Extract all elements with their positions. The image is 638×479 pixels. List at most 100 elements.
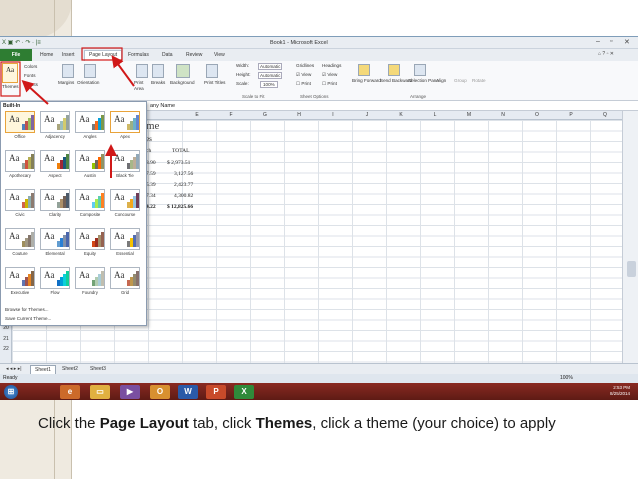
theme-option[interactable]: Aa Flow [40, 267, 70, 298]
column-header[interactable]: H [282, 112, 316, 118]
theme-option[interactable]: Aa Grid [110, 267, 140, 298]
theme-option[interactable]: Aa Essential [110, 228, 140, 259]
vertical-scrollbar[interactable] [622, 111, 638, 397]
cell-total[interactable]: 3,127.56 [174, 171, 193, 177]
cell-value[interactable]: 4.22 [146, 204, 156, 210]
gridlines-view-checkbox[interactable]: ☑ View [296, 72, 311, 78]
taskbar-media-icon[interactable]: ▶ [120, 385, 140, 399]
cell-total[interactable]: $ 12,825.66 [167, 204, 193, 210]
theme-option[interactable]: Aa Foundry [75, 267, 105, 298]
column-header[interactable]: K [384, 112, 418, 118]
margins-button[interactable]: Margins [58, 80, 74, 85]
tab-insert[interactable]: Insert [58, 51, 79, 59]
sheet-nav-buttons[interactable]: ◂ ◂ ▸ ▸| [2, 365, 26, 373]
cell-total[interactable]: $ 2,973.51 [167, 160, 190, 166]
tab-file[interactable]: File [0, 49, 32, 61]
row-header[interactable]: 22 [0, 346, 12, 352]
theme-option[interactable]: Aa Couture [5, 228, 35, 259]
sheet-tab-sheet3[interactable]: Sheet3 [86, 365, 110, 373]
column-header[interactable]: J [350, 112, 384, 118]
taskbar-excel-icon[interactable]: X [234, 385, 254, 399]
theme-option[interactable]: Aa Office [5, 111, 35, 142]
scroll-thumb[interactable] [627, 261, 636, 277]
theme-option[interactable]: Aa Apothecary [5, 150, 35, 181]
theme-option[interactable]: Aa Austin [75, 150, 105, 181]
background-button[interactable]: Background [170, 80, 195, 85]
theme-preview-glyph: Aa [79, 153, 90, 163]
theme-preview-glyph: Aa [114, 192, 125, 202]
cell-value[interactable]: 3.90 [146, 160, 156, 166]
close-icon[interactable]: ✕ [624, 38, 630, 46]
cell-value[interactable]: 7.59 [146, 171, 156, 177]
maximize-icon[interactable]: ▫ [610, 38, 612, 45]
group-button[interactable]: Group [454, 78, 467, 83]
theme-option[interactable]: Aa Angles [75, 111, 105, 142]
theme-option[interactable]: Aa Equity [75, 228, 105, 259]
theme-option[interactable]: Aa Clarity [40, 189, 70, 220]
print-area-button[interactable]: Print [134, 80, 143, 85]
rotate-button[interactable]: Rotate [472, 78, 486, 83]
cell-col-header-2[interactable]: TOTAL [172, 148, 189, 154]
taskbar-folder-icon[interactable]: ▭ [90, 385, 110, 399]
zoom-level[interactable]: 100% [560, 375, 573, 381]
print-titles-button[interactable]: Print Titles [204, 80, 225, 85]
column-header[interactable]: L [418, 112, 452, 118]
column-header[interactable]: I [316, 112, 350, 118]
gridlines-print-checkbox[interactable]: ☐ Print [296, 81, 311, 87]
row-header[interactable]: 21 [0, 336, 12, 342]
tab-home[interactable]: Home [36, 51, 57, 59]
column-header[interactable]: P [554, 112, 588, 118]
save-theme-link[interactable]: Save Current Theme... [5, 316, 51, 321]
colors-button[interactable]: Colors [24, 64, 37, 69]
column-header[interactable]: Q [588, 112, 622, 118]
tab-page-layout[interactable]: Page Layout [84, 50, 123, 61]
fonts-button[interactable]: Fonts [24, 73, 36, 78]
theme-option[interactable]: Aa Black Tie [110, 150, 140, 181]
tab-data[interactable]: Data [158, 51, 177, 59]
column-header[interactable]: M [452, 112, 486, 118]
breaks-button[interactable]: Breaks [151, 80, 165, 85]
theme-option[interactable]: Aa Elemental [40, 228, 70, 259]
taskbar-word-icon[interactable]: W [178, 385, 198, 399]
theme-option[interactable]: Aa Concourse [110, 189, 140, 220]
cell-value[interactable]: 7.34 [146, 193, 156, 199]
column-header[interactable]: O [520, 112, 554, 118]
column-header[interactable]: E [180, 112, 214, 118]
effects-button[interactable]: Effects [24, 82, 38, 87]
help-icon[interactable]: ⌂ ? ▫ ✕ [598, 51, 614, 57]
bring-forward-button[interactable]: Bring Forward [352, 78, 381, 83]
theme-option[interactable]: Aa Apex [110, 111, 140, 142]
start-button[interactable]: ⊞ [4, 385, 18, 399]
cell-total[interactable]: 2,423.77 [174, 182, 193, 188]
theme-option[interactable]: Aa Executive [5, 267, 35, 298]
column-header[interactable]: N [486, 112, 520, 118]
height-select[interactable]: Automatic [258, 72, 283, 79]
headings-print-checkbox[interactable]: ☐ Print [322, 81, 337, 87]
themes-button[interactable]: Aa [2, 63, 18, 83]
tab-formulas[interactable]: Formulas [124, 51, 153, 59]
column-header[interactable]: G [248, 112, 282, 118]
taskbar-outlook-icon[interactable]: O [150, 385, 170, 399]
tab-view[interactable]: View [210, 51, 229, 59]
cell-total[interactable]: 4,300.82 [174, 193, 193, 199]
cell-title[interactable]: me [146, 120, 159, 132]
scale-input[interactable]: 100% [260, 81, 278, 88]
selection-pane-button[interactable]: Selection Pane [408, 78, 439, 83]
taskbar-powerpoint-icon[interactable]: P [206, 385, 226, 399]
theme-option[interactable]: Aa Adjacency [40, 111, 70, 142]
taskbar-ie-icon[interactable]: e [60, 385, 80, 399]
browse-themes-link[interactable]: Browse for Themes... [5, 307, 49, 312]
theme-option[interactable]: Aa Civic [5, 189, 35, 220]
cell-value[interactable]: 5.39 [146, 182, 156, 188]
minimize-icon[interactable]: – [596, 38, 600, 45]
align-button[interactable]: Align [436, 78, 446, 83]
headings-view-checkbox[interactable]: ☑ View [322, 72, 337, 78]
orientation-button[interactable]: Orientation [77, 80, 99, 85]
theme-option[interactable]: Aa Aspect [40, 150, 70, 181]
sheet-tab-sheet2[interactable]: Sheet2 [58, 365, 82, 373]
width-select[interactable]: Automatic [258, 63, 283, 70]
theme-option[interactable]: Aa Composite [75, 189, 105, 220]
quick-access-toolbar[interactable]: X ▣ ↶ · ↷ · |≡ [2, 39, 41, 46]
column-header[interactable]: F [214, 112, 248, 118]
tab-review[interactable]: Review [182, 51, 206, 59]
